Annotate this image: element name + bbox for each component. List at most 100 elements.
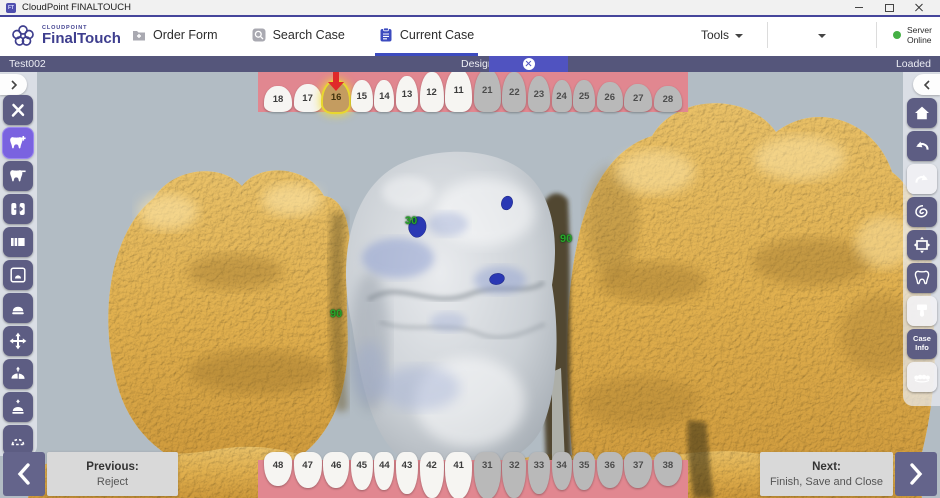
tooth-number: 31 bbox=[482, 460, 493, 471]
tooth-14[interactable]: 14 bbox=[374, 80, 394, 112]
fan-up-icon bbox=[9, 365, 27, 383]
previous-step-button[interactable] bbox=[3, 452, 45, 496]
left-toolbar bbox=[3, 95, 33, 455]
divider bbox=[876, 22, 877, 48]
tools-label: Tools bbox=[701, 28, 729, 42]
tooth-26[interactable]: 26 bbox=[597, 82, 623, 112]
tooth-17[interactable]: 17 bbox=[294, 84, 322, 112]
tooth-42[interactable]: 42 bbox=[420, 452, 444, 498]
tab-order-form[interactable]: Order Form bbox=[128, 17, 222, 56]
tooth-45[interactable]: 45 bbox=[351, 452, 373, 490]
next-step-button[interactable] bbox=[895, 452, 937, 496]
chevron-left-icon bbox=[923, 80, 931, 90]
tooth-41[interactable]: 41 bbox=[445, 452, 472, 498]
close-button[interactable] bbox=[904, 0, 934, 15]
next-step-box[interactable]: Next: Finish, Save and Close bbox=[760, 452, 893, 496]
tooth-38[interactable]: 38 bbox=[654, 452, 682, 486]
tooth-13[interactable]: 13 bbox=[396, 76, 418, 112]
tooth-number: 22 bbox=[509, 87, 520, 98]
occlusion-value-label: 30 bbox=[405, 215, 417, 227]
tooth-24[interactable]: 24 bbox=[552, 80, 572, 112]
left-tool-move[interactable] bbox=[3, 326, 33, 356]
left-tool-margin-line[interactable] bbox=[3, 425, 33, 455]
right-tool-home[interactable] bbox=[907, 98, 937, 128]
tooth-43[interactable]: 43 bbox=[396, 452, 418, 494]
tooth-number: 48 bbox=[273, 460, 284, 471]
tooth-12[interactable]: 12 bbox=[420, 72, 444, 112]
tooth-22[interactable]: 22 bbox=[502, 72, 526, 112]
tooth-number: 11 bbox=[454, 85, 464, 96]
tooth-48[interactable]: 48 bbox=[264, 452, 292, 486]
tooth-number: 17 bbox=[302, 93, 313, 104]
remove-tooth-icon bbox=[9, 167, 27, 185]
right-tool-redo[interactable] bbox=[907, 164, 937, 194]
previous-step-box[interactable]: Previous: Reject bbox=[47, 452, 178, 496]
paintbrush-icon bbox=[913, 302, 931, 320]
left-tool-model-sections[interactable] bbox=[3, 227, 33, 257]
nav-right-cluster: Tools ServerOnline bbox=[701, 17, 932, 53]
tooth-number: 38 bbox=[663, 460, 674, 471]
tab-label: Order Form bbox=[153, 28, 218, 42]
collapse-right-panel-button[interactable] bbox=[913, 74, 940, 95]
right-tool-teeth-row[interactable] bbox=[907, 362, 937, 392]
tooth-21[interactable]: 21 bbox=[474, 72, 501, 112]
tooth-11[interactable]: 11 bbox=[445, 72, 472, 112]
tooth-32[interactable]: 32 bbox=[502, 452, 526, 498]
tooth-33[interactable]: 33 bbox=[528, 452, 550, 494]
design-stage-button[interactable] bbox=[489, 56, 568, 72]
window-controls bbox=[844, 0, 934, 15]
left-tool-crown[interactable] bbox=[3, 293, 33, 323]
right-tool-smooth[interactable] bbox=[907, 197, 937, 227]
left-tool-occlusion-fan[interactable] bbox=[3, 359, 33, 389]
tooth-25[interactable]: 25 bbox=[573, 80, 595, 112]
tooth-number: 21 bbox=[482, 85, 493, 96]
secondary-dropdown[interactable] bbox=[768, 32, 876, 38]
tab-current-case[interactable]: Current Case bbox=[375, 17, 478, 56]
previous-action: Reject bbox=[97, 476, 128, 488]
tooth-15[interactable]: 15 bbox=[351, 80, 373, 112]
right-tool-fit-view[interactable] bbox=[907, 230, 937, 260]
upper-tooth-chart: 18171615141312112122232425262728 bbox=[258, 72, 688, 112]
tooth-number: 32 bbox=[509, 460, 520, 471]
minimize-button[interactable] bbox=[844, 0, 874, 15]
tab-search-case[interactable]: Search Case bbox=[248, 17, 349, 56]
tools-dropdown[interactable]: Tools bbox=[701, 28, 743, 42]
tooth-34[interactable]: 34 bbox=[552, 452, 572, 490]
load-state: Loaded bbox=[896, 56, 931, 72]
tab-label: Current Case bbox=[400, 28, 474, 42]
tooth-44[interactable]: 44 bbox=[374, 452, 394, 490]
tooth-37[interactable]: 37 bbox=[624, 452, 652, 488]
maximize-button[interactable] bbox=[874, 0, 904, 15]
left-tool-raise-dome[interactable] bbox=[3, 392, 33, 422]
tooth-number: 15 bbox=[356, 91, 367, 102]
right-tool-undo[interactable] bbox=[907, 131, 937, 161]
left-tool-mirror-teeth[interactable] bbox=[3, 194, 33, 224]
tooth-23[interactable]: 23 bbox=[528, 76, 550, 112]
tooth-number: 42 bbox=[426, 460, 437, 471]
left-tool-add-tooth[interactable] bbox=[3, 128, 33, 158]
tooth-36[interactable]: 36 bbox=[597, 452, 623, 488]
tooth-35[interactable]: 35 bbox=[573, 452, 595, 490]
case-info-button[interactable]: Case Info bbox=[907, 329, 937, 359]
tooth-31[interactable]: 31 bbox=[474, 452, 501, 498]
right-tool-paint[interactable] bbox=[907, 296, 937, 326]
tooth-28[interactable]: 28 bbox=[654, 86, 682, 112]
tooth-27[interactable]: 27 bbox=[624, 84, 652, 112]
current-case-icon bbox=[379, 28, 393, 42]
left-tool-remove-tooth[interactable] bbox=[3, 161, 33, 191]
chevron-down-icon bbox=[818, 34, 826, 38]
chevron-down-icon bbox=[735, 34, 743, 38]
tooth-46[interactable]: 46 bbox=[323, 452, 349, 488]
next-label: Next: bbox=[812, 461, 841, 473]
tooth-18[interactable]: 18 bbox=[264, 86, 292, 112]
tooth-number: 12 bbox=[426, 87, 437, 98]
tooth-47[interactable]: 47 bbox=[294, 452, 322, 488]
redo-icon bbox=[913, 170, 931, 188]
left-tool-crown-frame[interactable] bbox=[3, 260, 33, 290]
add-tooth-icon bbox=[9, 134, 27, 152]
left-tool-tools[interactable] bbox=[3, 95, 33, 125]
expand-left-panel-button[interactable] bbox=[0, 74, 27, 95]
case-status-bar: Test002 Design Loaded bbox=[0, 56, 940, 72]
right-tool-tooth-outline[interactable] bbox=[907, 263, 937, 293]
model-viewport[interactable]: 309090 18171615141312112122232425262728 … bbox=[0, 72, 940, 498]
